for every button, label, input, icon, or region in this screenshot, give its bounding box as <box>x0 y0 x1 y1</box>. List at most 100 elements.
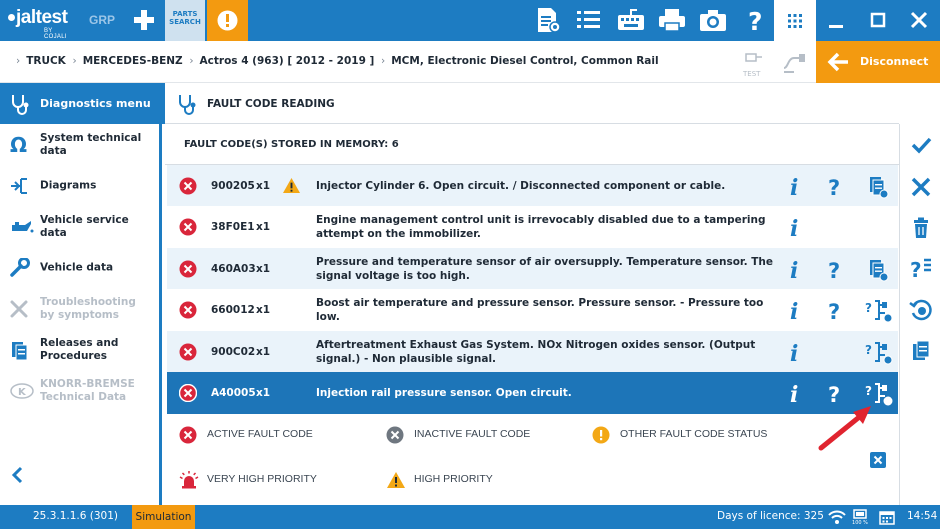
jaltest-logo: jaltest BY COJALI <box>8 7 68 40</box>
printer-icon[interactable] <box>657 6 687 34</box>
info-icon[interactable]: i <box>787 174 803 201</box>
sidebar-item-label: Troubleshooting by symptoms <box>40 295 136 321</box>
copy-documents-button[interactable] <box>908 338 934 364</box>
delete-button[interactable] <box>908 215 934 241</box>
camera-icon[interactable] <box>698 6 728 34</box>
erase-codes-icon <box>909 299 932 321</box>
licence-label: Days of licence: 325 <box>717 510 824 522</box>
breadcrumb-item[interactable]: Actros 4 (963) [ 2012 - 2019 ] <box>200 55 375 67</box>
plug-button[interactable] <box>780 50 808 78</box>
list-icon[interactable] <box>574 6 604 34</box>
sidebar-item-releases-procedures[interactable]: Releases and Procedures <box>0 329 160 370</box>
troubleshooting-icon[interactable]: ? <box>865 381 893 407</box>
sidebar-item-system-technical-data[interactable]: Ω System technical data <box>0 124 160 165</box>
plug-icon <box>783 54 805 73</box>
help-icon[interactable]: ? <box>740 6 770 36</box>
maximize-button[interactable] <box>864 6 892 34</box>
fault-row[interactable]: 38F0E1 x1 Engine management control unit i… <box>167 206 898 248</box>
active-fault-icon <box>179 343 197 361</box>
page-title: FAULT CODE READING <box>207 98 335 110</box>
apps-grid-button[interactable] <box>774 0 816 41</box>
battery-icon: 100 % <box>852 508 868 526</box>
keyboard-icon[interactable] <box>616 6 646 34</box>
fault-row[interactable]: A40005 x1 Injection rail pressure sensor. … <box>167 372 898 414</box>
sidebar-item-troubleshooting[interactable]: Troubleshooting by symptoms <box>0 288 160 329</box>
legend-close-button[interactable] <box>870 452 886 468</box>
fault-row[interactable]: 900205 x1 Injector Cylinder 6. Open circui… <box>167 165 898 207</box>
alert-icon <box>217 10 238 31</box>
fault-count-row: FAULT CODE(S) STORED IN MEMORY: 6 <box>165 124 899 165</box>
alert-button[interactable] <box>207 0 248 41</box>
disconnect-button[interactable]: Disconnect <box>816 41 940 83</box>
fault-code: 460A03 <box>211 263 256 275</box>
info-icon[interactable]: i <box>787 257 803 284</box>
fault-row[interactable]: 900C02 x1 Aftertreatment Exhaust Gas Syste… <box>167 331 898 373</box>
fault-description: Injector Cylinder 6. Open circuit. / Dis… <box>316 180 726 192</box>
breadcrumb-item[interactable]: MERCEDES-BENZ <box>83 55 183 67</box>
stethoscope-icon <box>179 95 196 115</box>
svg-text:Ω: Ω <box>10 135 27 155</box>
breadcrumb-item[interactable]: MCM, Electronic Diesel Control, Common R… <box>391 55 658 67</box>
erase-codes-button[interactable] <box>908 297 934 323</box>
collapse-sidebar-button[interactable] <box>8 463 28 487</box>
sidebar-item-vehicle-data[interactable]: Vehicle data <box>0 247 160 288</box>
check-icon <box>911 137 932 154</box>
fault-row[interactable]: 660012 x1 Boost air temperature and pressu… <box>167 289 898 331</box>
minimize-button[interactable] <box>822 6 850 34</box>
info-icon[interactable]: i <box>787 340 803 367</box>
stethoscope-icon <box>12 95 29 115</box>
svg-text:?: ? <box>865 301 872 315</box>
svg-text:i: i <box>790 341 798 364</box>
svg-text:i: i <box>790 382 798 405</box>
svg-text:?: ? <box>828 300 840 322</box>
oil-can-icon <box>12 221 34 233</box>
main-header: FAULT CODE READING <box>165 83 899 124</box>
confirm-button[interactable] <box>908 132 934 158</box>
troubleshooting-icon[interactable]: ? <box>865 340 893 366</box>
document-icon[interactable] <box>865 257 891 283</box>
fault-occurrences: x1 <box>256 346 271 358</box>
chevron-left-icon <box>11 466 23 484</box>
help-icon[interactable]: ? <box>827 174 847 200</box>
calendar-icon[interactable] <box>879 509 895 528</box>
test-icon: TEST <box>742 53 762 78</box>
fault-row[interactable]: 460A03 x1 Pressure and temperature sensor … <box>167 248 898 290</box>
troubleshooting-icon[interactable]: ? <box>865 298 893 324</box>
active-fault-icon <box>179 177 197 195</box>
svg-text:i: i <box>790 216 798 239</box>
parts-search-button[interactable]: PARTS SEARCH <box>165 0 205 41</box>
breadcrumb: › TRUCK › MERCEDES-BENZ › Actros 4 (963) [ … <box>16 55 659 67</box>
info-icon[interactable]: i <box>787 215 803 242</box>
cancel-button[interactable] <box>908 174 934 200</box>
document-icon[interactable] <box>865 174 891 200</box>
plus-icon <box>134 10 154 30</box>
add-button[interactable] <box>130 6 158 34</box>
svg-text:K: K <box>18 387 27 398</box>
apps-grid-icon <box>788 14 802 28</box>
info-icon[interactable]: i <box>787 381 803 408</box>
trash-icon <box>914 217 928 238</box>
sidebar: Diagnostics menu Ω System technical data… <box>0 83 165 505</box>
grp-label: GRP <box>89 13 116 27</box>
close-window-button[interactable] <box>905 6 933 34</box>
test-button[interactable]: TEST <box>740 50 768 78</box>
help-icon[interactable]: ? <box>827 298 847 324</box>
svg-text:i: i <box>790 175 798 198</box>
sidebar-item-knorr-bremse[interactable]: K KNORR-BREMSE Technical Data <box>0 370 160 411</box>
sidebar-item-vehicle-service-data[interactable]: Vehicle service data <box>0 206 160 247</box>
info-icon[interactable]: i <box>787 298 803 325</box>
breadcrumb-item[interactable]: TRUCK <box>26 55 66 67</box>
help-options-button[interactable]: ? <box>908 256 934 282</box>
fault-description: Pressure and temperature sensor of air o… <box>316 256 774 282</box>
help-icon[interactable]: ? <box>827 257 847 283</box>
report-icon[interactable] <box>532 6 562 34</box>
help-icon[interactable]: ? <box>827 381 847 407</box>
fault-code: 38F0E1 <box>211 221 255 233</box>
active-fault-icon <box>179 426 197 444</box>
svg-text:?: ? <box>748 7 763 34</box>
diagnostics-menu-header[interactable]: Diagnostics menu <box>0 83 165 124</box>
simulation-badge: Simulation <box>132 505 195 529</box>
sidebar-item-diagrams[interactable]: Diagrams <box>0 165 160 206</box>
copy-docs-icon <box>913 340 930 360</box>
svg-text:TEST: TEST <box>742 70 761 78</box>
